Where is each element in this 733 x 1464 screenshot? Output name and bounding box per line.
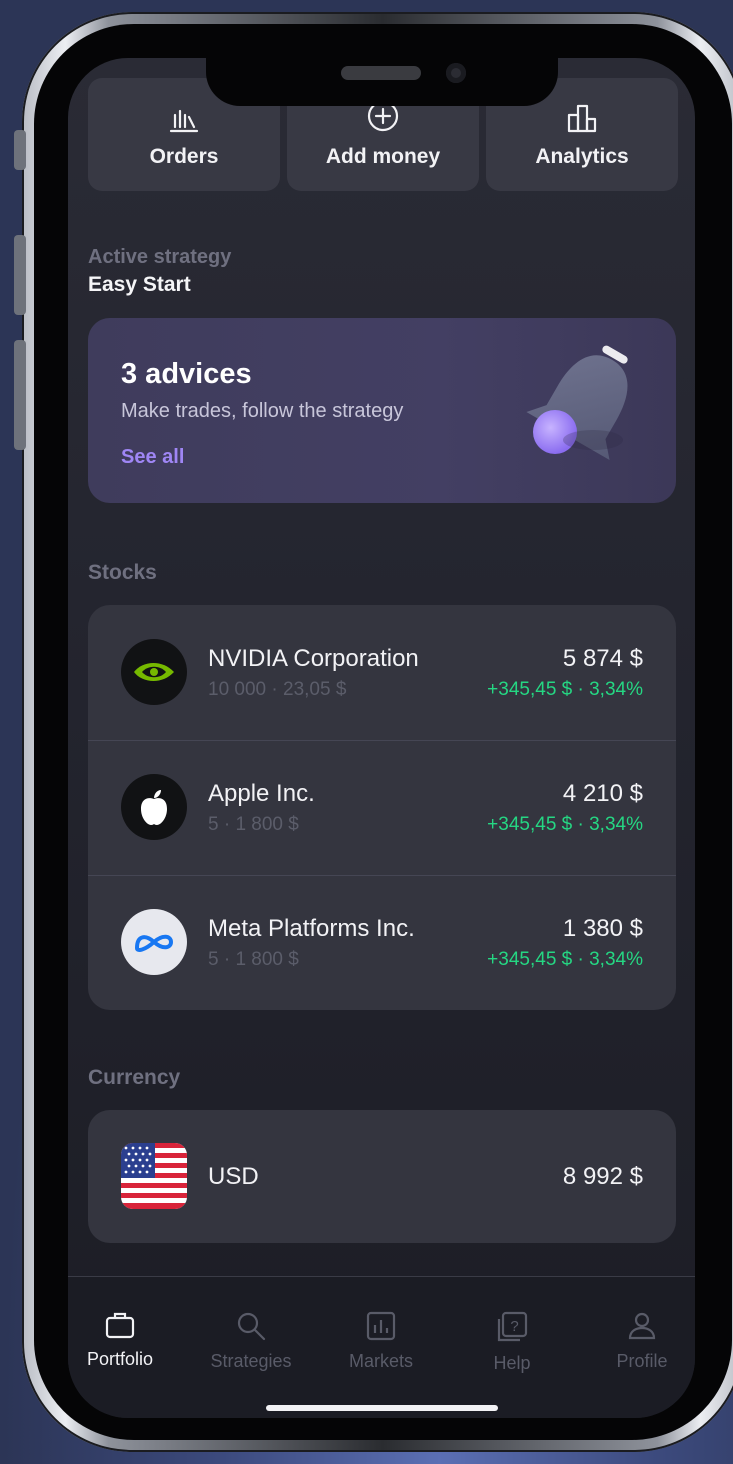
advice-title: 3 advices [121, 358, 252, 390]
stock-quantity: 5 · 1 800 $ [208, 814, 299, 835]
tab-strategies[interactable]: Strategies [196, 1311, 306, 1372]
nvidia-logo [121, 639, 187, 705]
app-screen: Orders Add money Analytics Active strate… [68, 58, 695, 1418]
orders-icon [169, 109, 199, 133]
stock-quantity: 5 · 1 800 $ [208, 949, 299, 970]
briefcase-icon [105, 1312, 135, 1339]
stocks-list: NVIDIA Corporation 10 000 · 23,05 $ 5 87… [88, 605, 676, 1010]
tab-profile[interactable]: Profile [587, 1311, 695, 1372]
orders-label: Orders [149, 145, 219, 168]
stocks-section-title: Stocks [88, 561, 157, 584]
bell-icon [526, 345, 628, 460]
advice-card[interactable]: 3 advices Make trades, follow the strate… [88, 318, 676, 503]
stock-name: Apple Inc. [208, 780, 315, 807]
tab-label: Markets [348, 1351, 413, 1371]
add-money-label: Add money [325, 145, 441, 168]
meta-logo [121, 909, 187, 975]
advice-subtitle: Make trades, follow the strategy [121, 400, 404, 422]
stock-row-apple[interactable]: Apple Inc. 5 · 1 800 $ 4 210 $ +345,45 $… [88, 740, 676, 876]
tab-label: Help [493, 1353, 531, 1373]
analytics-icon [567, 104, 597, 133]
stock-value: 5 874 $ [562, 645, 643, 672]
currency-name: USD [208, 1163, 259, 1190]
search-icon [237, 1312, 266, 1341]
strategy-caption: Active strategy [88, 246, 232, 268]
strategy-name[interactable]: Easy Start [88, 273, 191, 297]
apple-logo [121, 774, 187, 840]
tab-help[interactable]: ? Help [457, 1311, 567, 1374]
stock-name: Meta Platforms Inc. [208, 915, 415, 942]
stock-row-meta[interactable]: Meta Platforms Inc. 5 · 1 800 $ 1 380 $ … [88, 875, 676, 1010]
chart-icon [366, 1311, 396, 1341]
speaker [341, 66, 421, 80]
tab-portfolio[interactable]: Portfolio [68, 1311, 175, 1370]
volume-up-button [14, 235, 26, 315]
help-icon: ? [497, 1311, 528, 1342]
tab-label: Portfolio [86, 1349, 154, 1369]
stock-value: 1 380 $ [562, 915, 643, 942]
currency-row-usd[interactable]: USD 8 992 $ [88, 1110, 676, 1243]
stock-change: +345,45 $ · 3,34% [487, 814, 643, 835]
see-all-link[interactable]: See all [121, 446, 184, 469]
tab-markets[interactable]: Markets [326, 1311, 436, 1372]
stock-change: +345,45 $ · 3,34% [487, 679, 643, 700]
stock-row-nvidia[interactable]: NVIDIA Corporation 10 000 · 23,05 $ 5 87… [88, 605, 676, 741]
stock-name: NVIDIA Corporation [208, 645, 419, 672]
currency-section-title: Currency [88, 1066, 181, 1089]
front-camera [446, 63, 466, 83]
stock-quantity: 10 000 · 23,05 $ [208, 679, 347, 700]
currency-value: 8 992 $ [562, 1163, 643, 1190]
tab-label: Strategies [210, 1351, 292, 1371]
profile-icon [628, 1312, 656, 1340]
svg-text:?: ? [510, 1318, 518, 1335]
stock-change: +345,45 $ · 3,34% [487, 949, 643, 970]
stock-value: 4 210 $ [562, 780, 643, 807]
tab-label: Profile [616, 1351, 668, 1371]
us-flag-icon [121, 1143, 187, 1209]
analytics-label: Analytics [535, 145, 629, 168]
volume-down-button [14, 340, 26, 450]
bottom-tab-bar: Portfolio Strategies Markets ? Help Prof… [68, 1276, 695, 1418]
home-indicator[interactable] [266, 1405, 498, 1411]
notch [206, 58, 558, 106]
mute-switch [14, 130, 26, 170]
